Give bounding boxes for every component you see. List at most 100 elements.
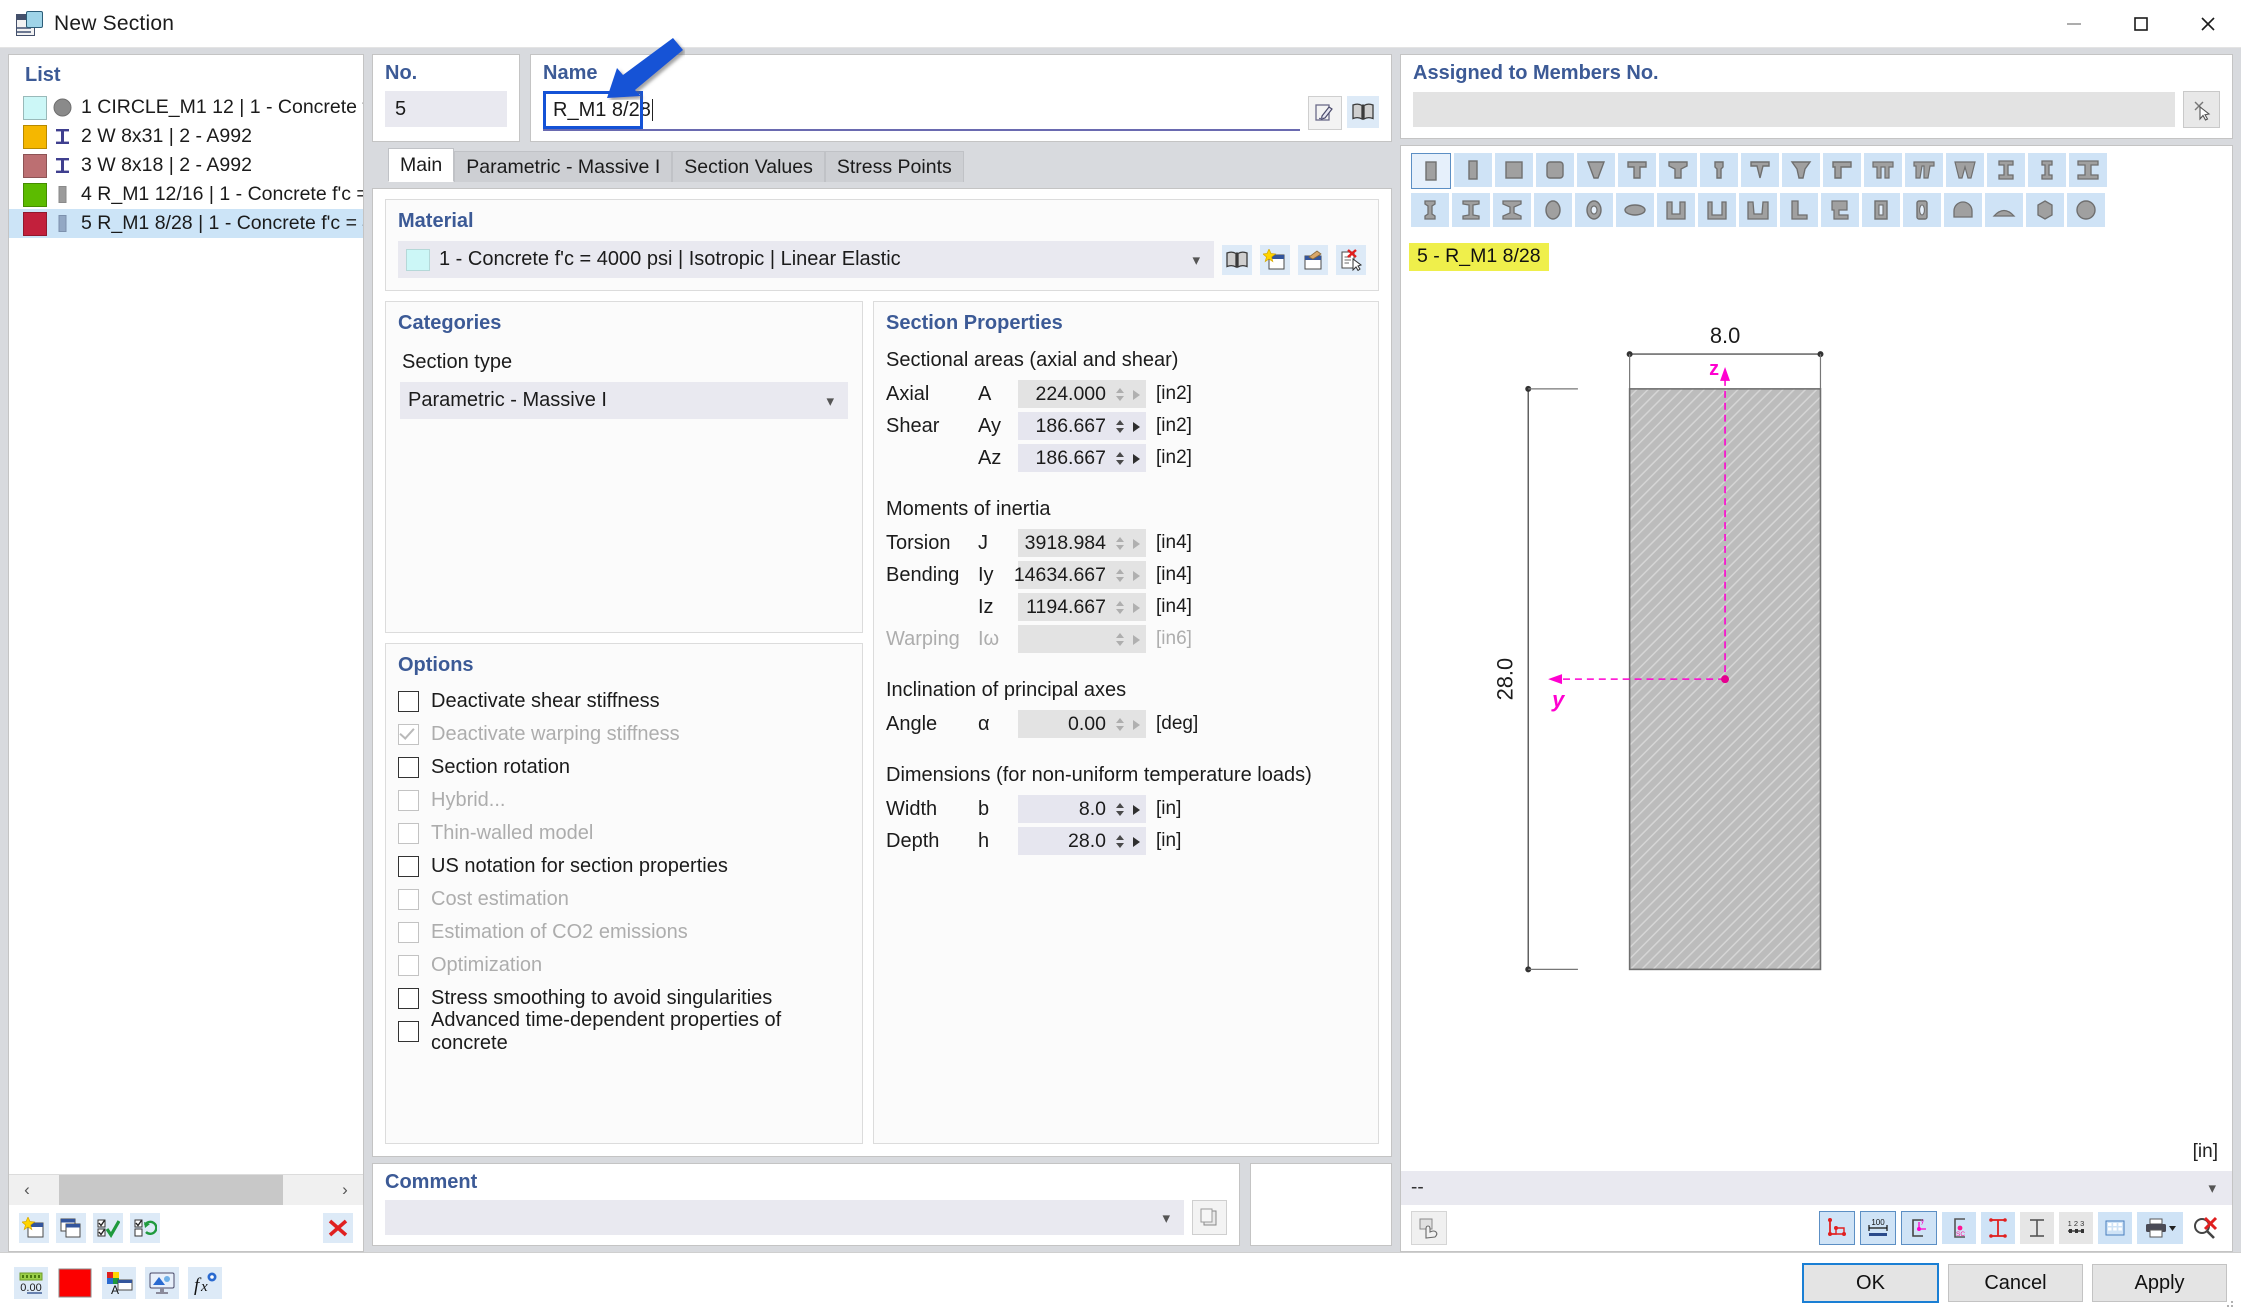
close-button[interactable] xyxy=(2174,1,2241,47)
expand-icon[interactable] xyxy=(1128,564,1144,587)
option-us-notation[interactable]: US notation for section properties xyxy=(398,850,850,883)
checkbox-icon[interactable] xyxy=(398,856,419,877)
bending-iy-input[interactable]: 14634.667 xyxy=(1014,561,1146,589)
shape-massive-dome[interactable] xyxy=(1944,193,1982,227)
shape-massive-z[interactable] xyxy=(1821,193,1859,227)
shape-massive-i-narrow[interactable] xyxy=(1700,153,1738,187)
chevron-down-icon[interactable]: ▾ xyxy=(1162,1209,1176,1227)
list-item[interactable]: 4 R_M1 12/16 | 1 - Concrete f'c = 4000 xyxy=(9,180,363,209)
shape-massive-ell-tee[interactable] xyxy=(1823,153,1861,187)
shape-massive-channel-up[interactable] xyxy=(1657,193,1695,227)
numbering-tool[interactable]: 1 2 3 xyxy=(2059,1212,2093,1244)
shape-massive-ellipse[interactable] xyxy=(1534,193,1572,227)
torsion-j-input[interactable]: 3918.984 xyxy=(1018,529,1146,557)
section-list[interactable]: 1 CIRCLE_M1 12 | 1 - Concrete f'c = 40 2… xyxy=(9,91,363,1174)
comment-copy-button[interactable] xyxy=(1192,1200,1227,1235)
spinner-icon[interactable] xyxy=(1112,834,1128,848)
expand-icon[interactable] xyxy=(1128,830,1144,853)
shape-massive-u-channel[interactable] xyxy=(1698,193,1736,227)
color-button[interactable] xyxy=(57,1267,93,1299)
resize-grip[interactable] xyxy=(2225,1299,2235,1309)
spinner-icon[interactable] xyxy=(1112,536,1128,550)
shape-massive-hexagon[interactable] xyxy=(2026,193,2064,227)
pick-members-button[interactable] xyxy=(2183,91,2220,128)
shape-massive-oval[interactable] xyxy=(1616,193,1654,227)
option-section-rotation[interactable]: Section rotation xyxy=(398,751,850,784)
ok-button[interactable]: OK xyxy=(1802,1263,1939,1303)
shape-massive-rect-tall[interactable] xyxy=(1411,153,1451,189)
shape-massive-angle[interactable] xyxy=(1780,193,1818,227)
number-input[interactable]: 5 xyxy=(385,91,507,127)
chevron-down-icon[interactable]: ▾ xyxy=(826,392,840,410)
shape-massive-tee[interactable] xyxy=(1618,153,1656,187)
apply-button[interactable]: Apply xyxy=(2092,1264,2227,1302)
shape-massive-i-symmetric[interactable] xyxy=(1987,153,2025,187)
list-item[interactable]: 3 W 8x18 | 2 - A992 xyxy=(9,151,363,180)
shape-massive-u-wide[interactable] xyxy=(1739,193,1777,227)
tab-parametric-massive-i[interactable]: Parametric - Massive I xyxy=(454,151,673,182)
expand-icon[interactable] xyxy=(1128,596,1144,619)
zoom-cancel-tool[interactable] xyxy=(2188,1212,2222,1244)
minimize-button[interactable] xyxy=(2040,1,2107,47)
expand-icon[interactable] xyxy=(1128,532,1144,555)
option-deactivate-shear-stiffness[interactable]: Deactivate shear stiffness xyxy=(398,685,850,718)
shear-center-tool[interactable]: SC xyxy=(1942,1212,1976,1244)
expand-icon[interactable] xyxy=(1128,798,1144,821)
section-parts-tool[interactable] xyxy=(2020,1212,2054,1244)
shape-massive-trough[interactable] xyxy=(1905,153,1943,187)
chevron-down-icon[interactable]: ▾ xyxy=(2208,1179,2222,1197)
shape-massive-arc[interactable] xyxy=(1985,193,2023,227)
shape-massive-hollow-narrow[interactable] xyxy=(1903,193,1941,227)
rename-button[interactable] xyxy=(1308,96,1342,130)
name-input[interactable]: R_M1 8/28 xyxy=(543,91,1300,131)
spinner-icon[interactable] xyxy=(1112,600,1128,614)
option-advanced-time-dependent[interactable]: Advanced time-dependent properties of co… xyxy=(398,1009,850,1054)
shape-massive-square[interactable] xyxy=(1495,153,1533,187)
list-item[interactable]: 2 W 8x31 | 2 - A992 xyxy=(9,122,363,151)
shape-massive-hollow-rect[interactable] xyxy=(1862,193,1900,227)
refresh-selection-button[interactable] xyxy=(130,1213,160,1243)
checkbox-icon[interactable] xyxy=(398,691,419,712)
scrollbar-track[interactable] xyxy=(45,1175,327,1205)
spinner-icon[interactable] xyxy=(1112,717,1128,731)
shape-massive-vee[interactable] xyxy=(1741,153,1779,187)
new-section-button[interactable] xyxy=(19,1213,49,1243)
section-type-select[interactable]: Parametric - Massive I ▾ xyxy=(400,382,848,419)
checkbox-icon[interactable] xyxy=(398,988,419,1009)
show-dimensions-tool[interactable]: 100 xyxy=(1860,1211,1896,1245)
angle-alpha-input[interactable]: 0.00 xyxy=(1018,710,1146,738)
scrollbar-thumb[interactable] xyxy=(59,1175,283,1205)
show-stress-points-tool[interactable] xyxy=(1981,1212,2015,1244)
shape-massive-i-wide[interactable] xyxy=(2069,153,2107,187)
spinner-icon[interactable] xyxy=(1112,387,1128,401)
delete-section-button[interactable] xyxy=(323,1213,353,1243)
shape-massive-tee-stem[interactable] xyxy=(1659,153,1697,187)
expand-icon[interactable] xyxy=(1128,383,1144,406)
spinner-icon[interactable] xyxy=(1112,419,1128,433)
material-library-button[interactable] xyxy=(1222,244,1252,275)
checkbox-icon[interactable] xyxy=(398,1021,419,1042)
display-properties-button[interactable]: A xyxy=(102,1267,136,1299)
shape-massive-i-narrow2[interactable] xyxy=(2028,153,2066,187)
view-select[interactable]: -- ▾ xyxy=(1401,1171,2232,1205)
axial-area-input[interactable]: 224.000 xyxy=(1018,380,1146,408)
checkbox-icon[interactable] xyxy=(398,757,419,778)
units-button[interactable]: 0.00 xyxy=(14,1267,48,1299)
section-drawing-canvas[interactable]: 5 - R_M1 8/28 8.0 28.0 z y [in] xyxy=(1401,233,2232,1171)
chevron-down-icon[interactable]: ▾ xyxy=(1192,251,1206,269)
name-library-button[interactable] xyxy=(1347,96,1379,128)
scroll-right-icon[interactable]: › xyxy=(327,1180,363,1200)
shape-massive-tee-wide[interactable] xyxy=(1782,153,1820,187)
select-all-button[interactable] xyxy=(93,1213,123,1243)
copy-section-button[interactable] xyxy=(56,1213,86,1243)
assigned-members-input[interactable] xyxy=(1413,92,2175,127)
shape-massive-double-leg[interactable] xyxy=(1864,153,1902,187)
shear-az-input[interactable]: 186.667 xyxy=(1018,444,1146,472)
new-material-button[interactable] xyxy=(1260,244,1290,275)
formula-button[interactable]: fx xyxy=(188,1267,222,1299)
shape-massive-taper[interactable] xyxy=(1577,153,1615,187)
shape-massive-ring[interactable] xyxy=(1575,193,1613,227)
tab-main[interactable]: Main xyxy=(388,148,455,182)
spinner-icon[interactable] xyxy=(1112,451,1128,465)
delete-material-button[interactable] xyxy=(1336,244,1366,275)
